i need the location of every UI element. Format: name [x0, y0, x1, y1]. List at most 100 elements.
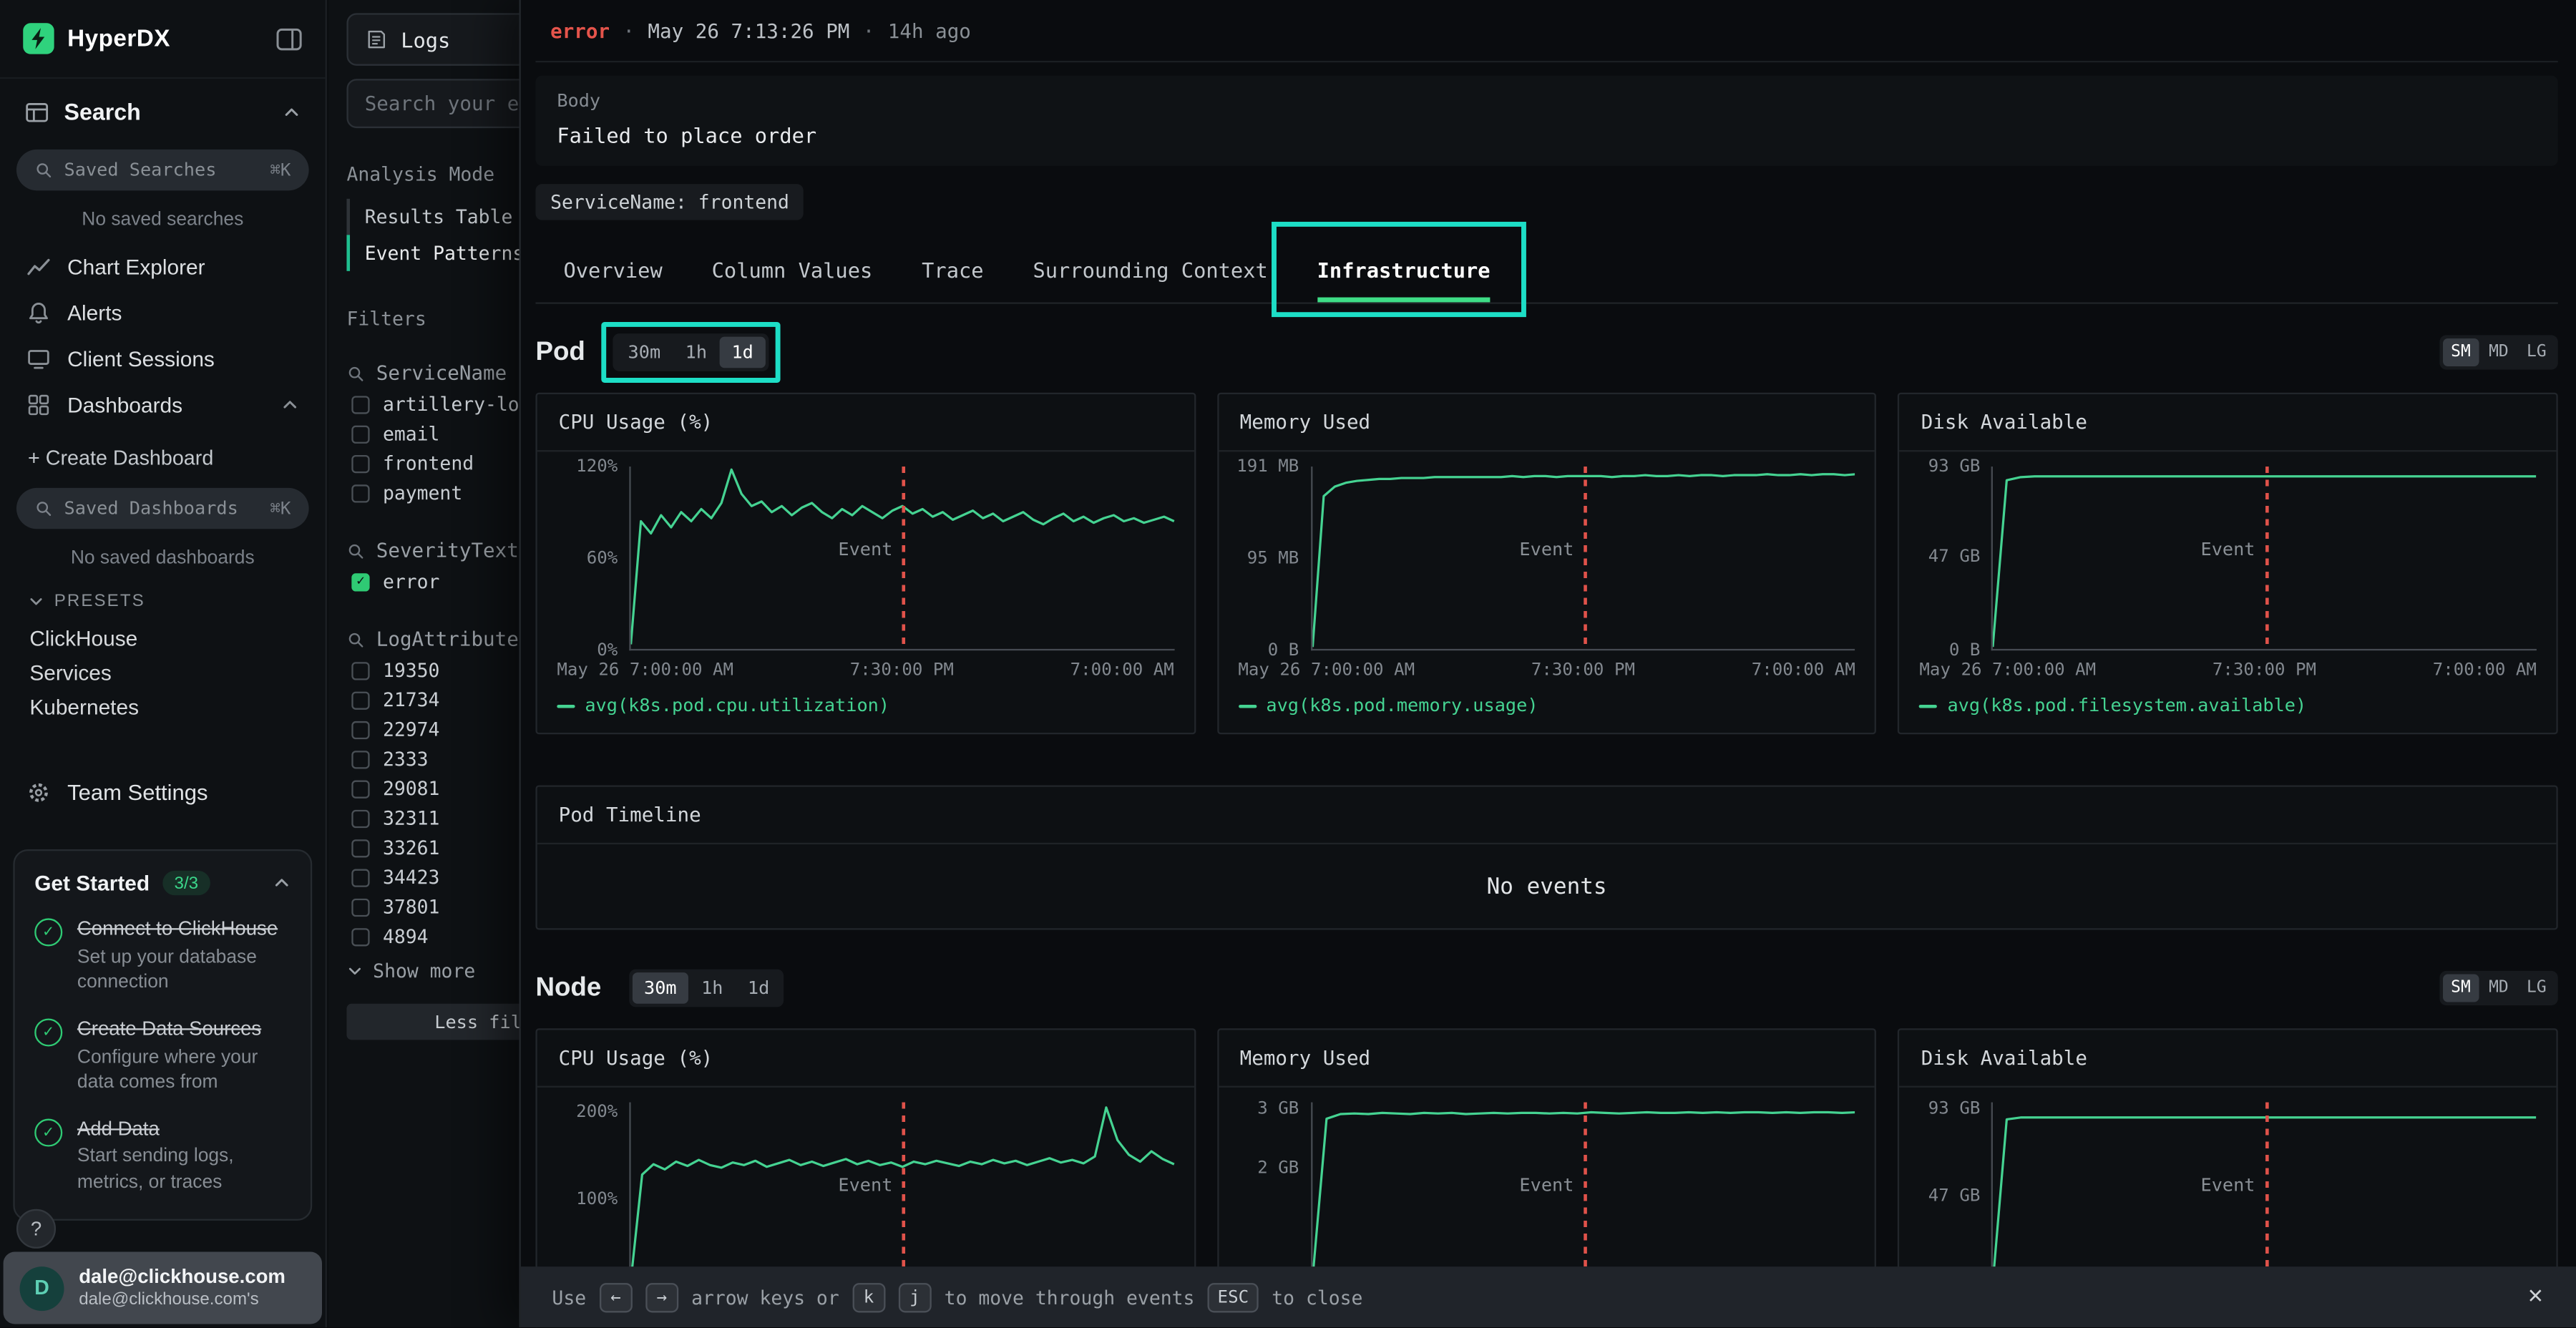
- checkbox[interactable]: [351, 395, 369, 413]
- checkbox[interactable]: [351, 779, 369, 797]
- node-size-md[interactable]: MD: [2481, 974, 2517, 1002]
- checkbox[interactable]: [351, 721, 369, 738]
- separator-dot: ·: [623, 19, 635, 42]
- get-started-header[interactable]: Get Started 3/3: [34, 871, 291, 895]
- sidebar-item-label: Client Sessions: [67, 346, 215, 370]
- presets-toggle[interactable]: PRESETS: [0, 582, 326, 621]
- checkbox[interactable]: [351, 927, 369, 945]
- x-axis-tick: May 26 7:00:00 AM: [1919, 660, 2096, 680]
- sidebar-collapse-icon[interactable]: [276, 27, 303, 50]
- annotation-box-infrastructure-tab: [1271, 222, 1526, 317]
- pod-range-1h[interactable]: 1h: [674, 337, 719, 368]
- x-axis-tick: 7:30:00 PM: [2212, 660, 2316, 680]
- pod-size-sm[interactable]: SM: [2443, 338, 2479, 366]
- tab-surrounding-context[interactable]: Surrounding Context: [1033, 237, 1267, 303]
- legend-line-swatch: [1919, 704, 1937, 708]
- get-started-item-create-data-sources[interactable]: ✓Create Data SourcesConfigure where your…: [34, 1017, 291, 1095]
- esc-key: ESC: [1208, 1282, 1259, 1312]
- get-started-item-desc: Configure where your data comes from: [77, 1045, 291, 1095]
- filter-option-label: 37801: [383, 895, 439, 918]
- filter-option-label: 4894: [383, 925, 429, 948]
- tab-infrastructure[interactable]: Infrastructure: [1317, 237, 1491, 303]
- get-started-item-title: Connect to ClickHouse: [77, 917, 291, 942]
- pod-section-header: Pod 30m1h1d SMMDLG: [535, 333, 2557, 371]
- chart-legend: avg(k8s.pod.filesystem.available): [1919, 695, 2537, 716]
- y-axis-tick: 0%: [597, 640, 618, 660]
- check-circle-icon: ✓: [34, 1118, 62, 1146]
- event-search-placeholder: Search your e: [365, 92, 519, 115]
- event-timestamp: May 26 7:13:26 PM: [648, 19, 849, 42]
- event-marker-label: Event: [2200, 1175, 2255, 1196]
- node-size-sm[interactable]: SM: [2443, 974, 2479, 1002]
- gear-icon: [26, 779, 51, 804]
- pod-timeline-card: Pod Timeline No events: [535, 785, 2557, 929]
- checkbox[interactable]: [351, 809, 369, 827]
- get-started-item-add-data[interactable]: ✓Add DataStart sending logs, metrics, or…: [34, 1117, 291, 1196]
- logs-source-icon: [365, 28, 388, 51]
- pod-range-1d[interactable]: 1d: [720, 337, 765, 368]
- checkbox[interactable]: [351, 750, 369, 768]
- keyboard-hints-footer: Use ← → arrow keys or k j to move throug…: [521, 1266, 2576, 1327]
- tab-column-values[interactable]: Column Values: [712, 237, 873, 303]
- x-axis-labels: May 26 7:00:00 AM7:30:00 PM7:00:00 AM: [1919, 660, 2537, 680]
- event-marker-label: Event: [838, 1175, 892, 1196]
- node-time-range-buttons: 30m1h1d: [629, 970, 784, 1007]
- chevron-down-icon: [346, 962, 363, 979]
- node-size-lg[interactable]: LG: [2519, 974, 2555, 1002]
- saved-searches-input[interactable]: Saved Searches ⌘K: [16, 150, 309, 190]
- pod-size-lg[interactable]: LG: [2519, 338, 2555, 366]
- chart-title: CPU Usage (%): [537, 394, 1194, 451]
- sidebar-item-kubernetes[interactable]: Kubernetes: [0, 690, 326, 724]
- checkbox-checked[interactable]: ✓: [351, 572, 369, 590]
- sidebar-item-team-settings[interactable]: Team Settings: [0, 767, 326, 816]
- legend-line-swatch: [1238, 704, 1256, 708]
- user-account-chip[interactable]: D dale@clickhouse.com dale@clickhouse.co…: [4, 1251, 322, 1324]
- legend-label: avg(k8s.pod.cpu.utilization): [585, 695, 889, 716]
- sidebar-item-chart-explorer[interactable]: Chart Explorer: [0, 243, 326, 289]
- pod-size-md[interactable]: MD: [2481, 338, 2517, 366]
- checkbox[interactable]: [351, 454, 369, 472]
- sidebar-section-search[interactable]: Search: [0, 79, 326, 145]
- chart-title: Memory Used: [1219, 1030, 1875, 1088]
- footer-text: arrow keys or: [691, 1286, 839, 1309]
- filter-option-label: 22974: [383, 718, 439, 741]
- pod-range-30m[interactable]: 30m: [616, 337, 672, 368]
- plot-area: Event: [1991, 1103, 2536, 1286]
- user-email: dale@clickhouse.com: [79, 1265, 286, 1289]
- tab-trace[interactable]: Trace: [922, 237, 983, 303]
- node-range-1d[interactable]: 1d: [736, 972, 781, 1004]
- filter-option-label: 19350: [383, 659, 439, 682]
- checkbox[interactable]: [351, 484, 369, 502]
- get-started-card: Get Started 3/3 ✓Connect to ClickHouseSe…: [13, 849, 312, 1220]
- sidebar-item-clickhouse[interactable]: ClickHouse: [0, 621, 326, 655]
- create-dashboard-button[interactable]: + Create Dashboard: [0, 434, 326, 483]
- checkbox[interactable]: [351, 839, 369, 856]
- node-range-1h[interactable]: 1h: [690, 972, 735, 1004]
- checkbox[interactable]: [351, 690, 369, 708]
- close-icon[interactable]: ×: [2521, 1282, 2550, 1312]
- x-axis-tick: May 26 7:00:00 AM: [557, 660, 733, 680]
- show-more-label: Show more: [373, 960, 475, 982]
- checkbox[interactable]: [351, 898, 369, 916]
- tab-overview[interactable]: Overview: [563, 237, 662, 303]
- saved-dashboards-input[interactable]: Saved Dashboards ⌘K: [16, 488, 309, 529]
- service-name-tag[interactable]: ServiceName: frontend: [535, 184, 804, 220]
- sidebar-item-client-sessions[interactable]: Client Sessions: [0, 335, 326, 381]
- footer-text: Use: [552, 1286, 586, 1309]
- get-started-items: ✓Connect to ClickHouseSet up your databa…: [34, 917, 291, 1196]
- checkbox[interactable]: [351, 868, 369, 886]
- search-section-label: Search: [64, 99, 141, 125]
- checkbox[interactable]: [351, 661, 369, 679]
- search-icon: [34, 161, 52, 179]
- sidebar-item-alerts[interactable]: Alerts: [0, 289, 326, 335]
- chart-title: Disk Available: [1900, 394, 2557, 451]
- arrow-right-key: →: [645, 1282, 678, 1312]
- help-button[interactable]: ?: [16, 1209, 56, 1249]
- checkbox[interactable]: [351, 424, 369, 442]
- sidebar-item-services[interactable]: Services: [0, 655, 326, 690]
- y-axis-tick: 191 MB: [1236, 456, 1299, 477]
- sidebar-item-dashboards[interactable]: Dashboards: [0, 381, 326, 427]
- node-range-30m[interactable]: 30m: [633, 972, 688, 1004]
- j-key: j: [898, 1282, 931, 1312]
- get-started-item-connect-to-clickhouse[interactable]: ✓Connect to ClickHouseSet up your databa…: [34, 917, 291, 995]
